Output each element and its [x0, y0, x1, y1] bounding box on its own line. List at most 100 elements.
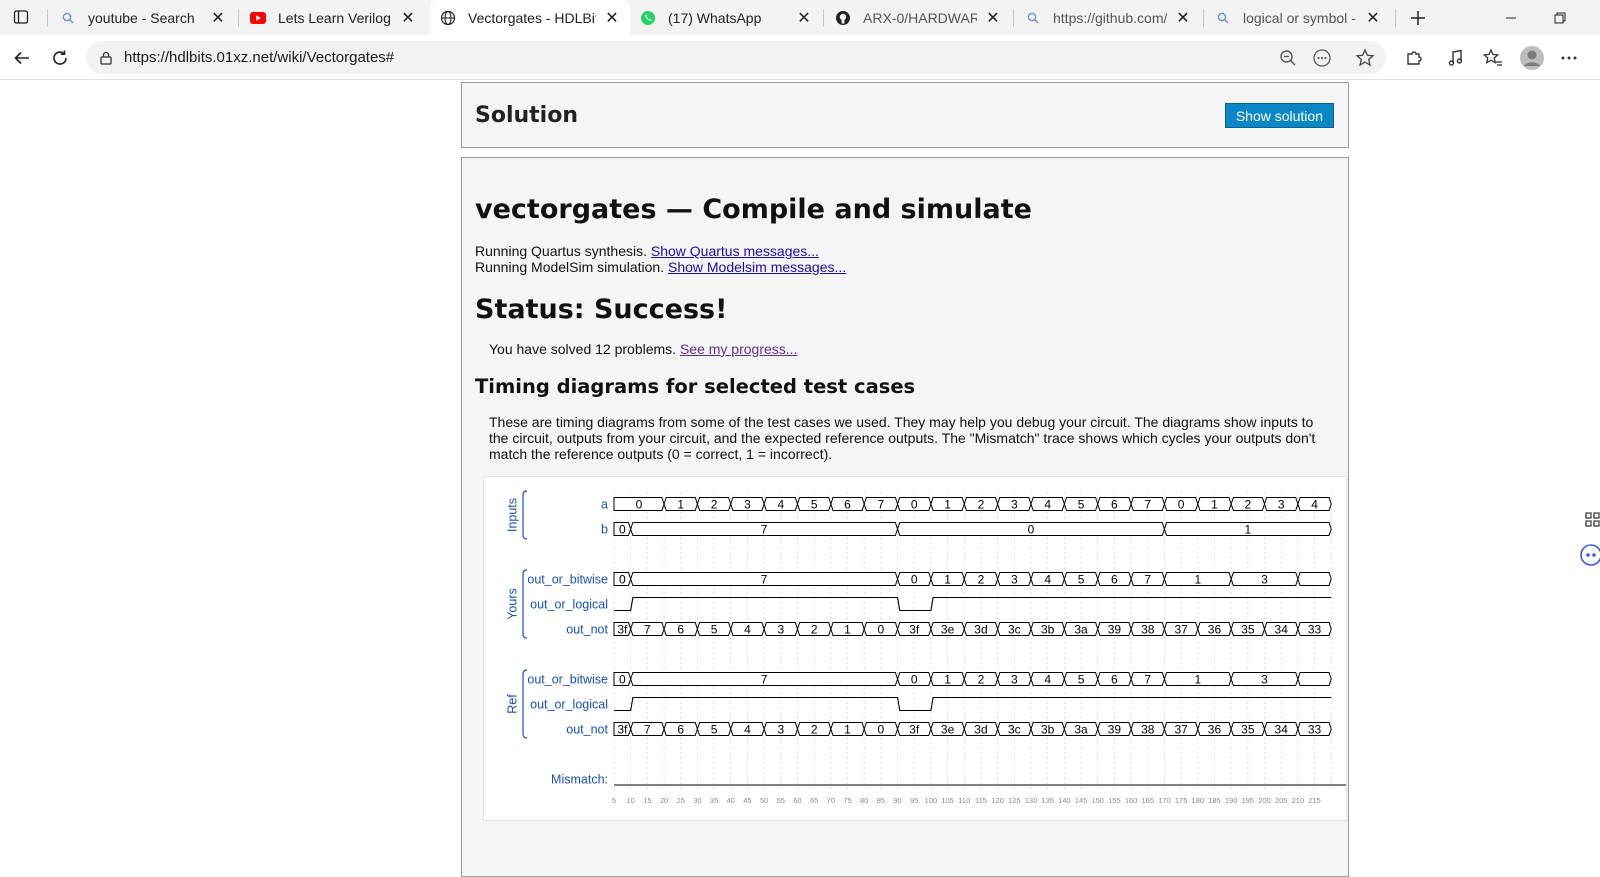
- time-tick: 160: [1125, 796, 1138, 805]
- time-tick: 90: [893, 796, 901, 805]
- new-tab-button[interactable]: [1404, 4, 1432, 32]
- close-icon[interactable]: ✕: [1175, 10, 1191, 27]
- tab-github-search[interactable]: https://github.com/AR ✕: [1015, 0, 1201, 35]
- modelsim-messages-link[interactable]: Show Modelsim messages...: [668, 259, 846, 275]
- settings-menu-button[interactable]: [1558, 47, 1580, 69]
- zoom-out-button[interactable]: [1277, 47, 1299, 69]
- time-tick: 85: [877, 796, 885, 805]
- more-page-options-button[interactable]: [1311, 47, 1333, 69]
- bus-value: 7: [1144, 672, 1151, 686]
- tab-youtube-search[interactable]: youtube - Search ✕: [50, 0, 236, 35]
- bus-value: 3: [744, 497, 751, 511]
- bus-value: 1: [1244, 522, 1251, 536]
- favorites-icon: [1483, 48, 1502, 66]
- signal-label-b: b: [601, 523, 608, 537]
- favorites-button[interactable]: [1482, 47, 1504, 69]
- time-tick: 155: [1108, 796, 1121, 805]
- bus-value: 1: [944, 672, 951, 686]
- time-tick: 165: [1142, 796, 1155, 805]
- bus-value: 0: [619, 522, 626, 536]
- restore-button[interactable]: [1537, 0, 1583, 35]
- time-tick: 70: [827, 796, 835, 805]
- bus-value: 6: [1111, 572, 1118, 586]
- bus-value: 1: [677, 497, 684, 511]
- close-icon[interactable]: ✕: [400, 10, 416, 27]
- bus-value: 6: [1111, 497, 1118, 511]
- bus-value: 0: [878, 722, 885, 736]
- signal-label-ref-logical: out_or_logical: [530, 698, 608, 712]
- bus-value: 2: [1244, 497, 1251, 511]
- bus-value: 3: [1011, 572, 1018, 586]
- close-icon[interactable]: ✕: [985, 10, 1001, 27]
- quartus-line: Running Quartus synthesis. Show Quartus …: [475, 243, 819, 259]
- bit-trace: [614, 696, 1332, 712]
- grid-icon[interactable]: [1582, 509, 1600, 531]
- favorite-button[interactable]: [1354, 47, 1376, 69]
- time-tick: 30: [693, 796, 701, 805]
- refresh-button[interactable]: [46, 44, 74, 72]
- tab-label: Vectorgates - HDLBits: [468, 9, 596, 26]
- bus-value: 7: [644, 622, 651, 636]
- extensions-button[interactable]: [1403, 47, 1425, 69]
- bus-value: 7: [761, 672, 768, 686]
- bus-value: 36: [1208, 722, 1222, 736]
- group-bracket: [522, 669, 528, 739]
- time-tick: 205: [1275, 796, 1288, 805]
- lock-icon: [98, 50, 114, 66]
- bus-value: 1: [944, 497, 951, 511]
- time-tick: 10: [627, 796, 635, 805]
- bus-value: 5: [711, 722, 718, 736]
- time-tick: 210: [1292, 796, 1305, 805]
- search-icon: [60, 10, 76, 26]
- tab-logical-or-search[interactable]: logical or symbol - Sea ✕: [1205, 0, 1391, 35]
- close-icon[interactable]: ✕: [796, 10, 812, 27]
- url-field[interactable]: https://hdlbits.01xz.net/wiki/Vectorgate…: [86, 41, 1386, 74]
- bus-value: 2: [978, 672, 985, 686]
- minimize-button[interactable]: [1488, 0, 1534, 35]
- bus-value: 2: [978, 497, 985, 511]
- simulation-heading: vectorgates — Compile and simulate: [475, 194, 1032, 225]
- group-bracket: [522, 490, 528, 540]
- bus-value: 6: [677, 622, 684, 636]
- time-tick: 150: [1091, 796, 1104, 805]
- tab-whatsapp[interactable]: (17) WhatsApp ✕: [630, 0, 822, 35]
- signal-label-ref-bitwise: out_or_bitwise: [527, 673, 608, 687]
- time-tick: 80: [860, 796, 868, 805]
- tab-label: youtube - Search: [88, 9, 195, 26]
- copilot-icon[interactable]: [1580, 544, 1600, 566]
- bus-value: 3: [777, 622, 784, 636]
- signal-label-yours-bitwise: out_or_bitwise: [527, 573, 608, 587]
- progress-link[interactable]: See my progress...: [680, 341, 798, 357]
- bus-value: 4: [1311, 497, 1318, 511]
- bus-value: 4: [777, 497, 784, 511]
- bus-value: 33: [1308, 622, 1322, 636]
- time-tick: 20: [660, 796, 668, 805]
- timing-description: These are timing diagrams from some of t…: [489, 414, 1316, 462]
- profile-button[interactable]: [1519, 45, 1545, 71]
- bus-value: 0: [619, 572, 626, 586]
- group-label: Inputs: [505, 498, 519, 532]
- bus-value: 3: [1011, 672, 1018, 686]
- back-button[interactable]: [8, 44, 36, 72]
- bus-value: 4: [744, 622, 751, 636]
- group-bracket: [522, 569, 528, 639]
- tab-verilog-video[interactable]: Lets Learn Verilog with ✕: [240, 0, 426, 35]
- show-solution-button[interactable]: Show solution: [1224, 103, 1334, 128]
- tab-actions-button[interactable]: [8, 6, 34, 28]
- close-icon[interactable]: ✕: [210, 10, 226, 27]
- bus-value: 1: [944, 572, 951, 586]
- tab-bar: youtube - Search ✕ Lets Learn Verilog wi…: [0, 0, 1600, 35]
- restore-icon: [1554, 12, 1566, 23]
- bus-value: 6: [677, 722, 684, 736]
- close-icon[interactable]: ✕: [1365, 10, 1381, 27]
- solution-panel: Solution Show solution: [461, 82, 1349, 148]
- search-icon: [1025, 10, 1041, 26]
- close-icon[interactable]: ✕: [604, 10, 620, 27]
- media-button[interactable]: [1445, 47, 1467, 69]
- quartus-messages-link[interactable]: Show Quartus messages...: [651, 243, 819, 259]
- bus-value: 38: [1141, 722, 1155, 736]
- tab-github-repo[interactable]: ARX-0/HARDWARE_10 ✕: [825, 0, 1011, 35]
- tab-vectorgates[interactable]: Vectorgates - HDLBits ✕: [430, 0, 630, 35]
- time-tick: 110: [958, 796, 970, 805]
- bus-value: 3: [1261, 572, 1268, 586]
